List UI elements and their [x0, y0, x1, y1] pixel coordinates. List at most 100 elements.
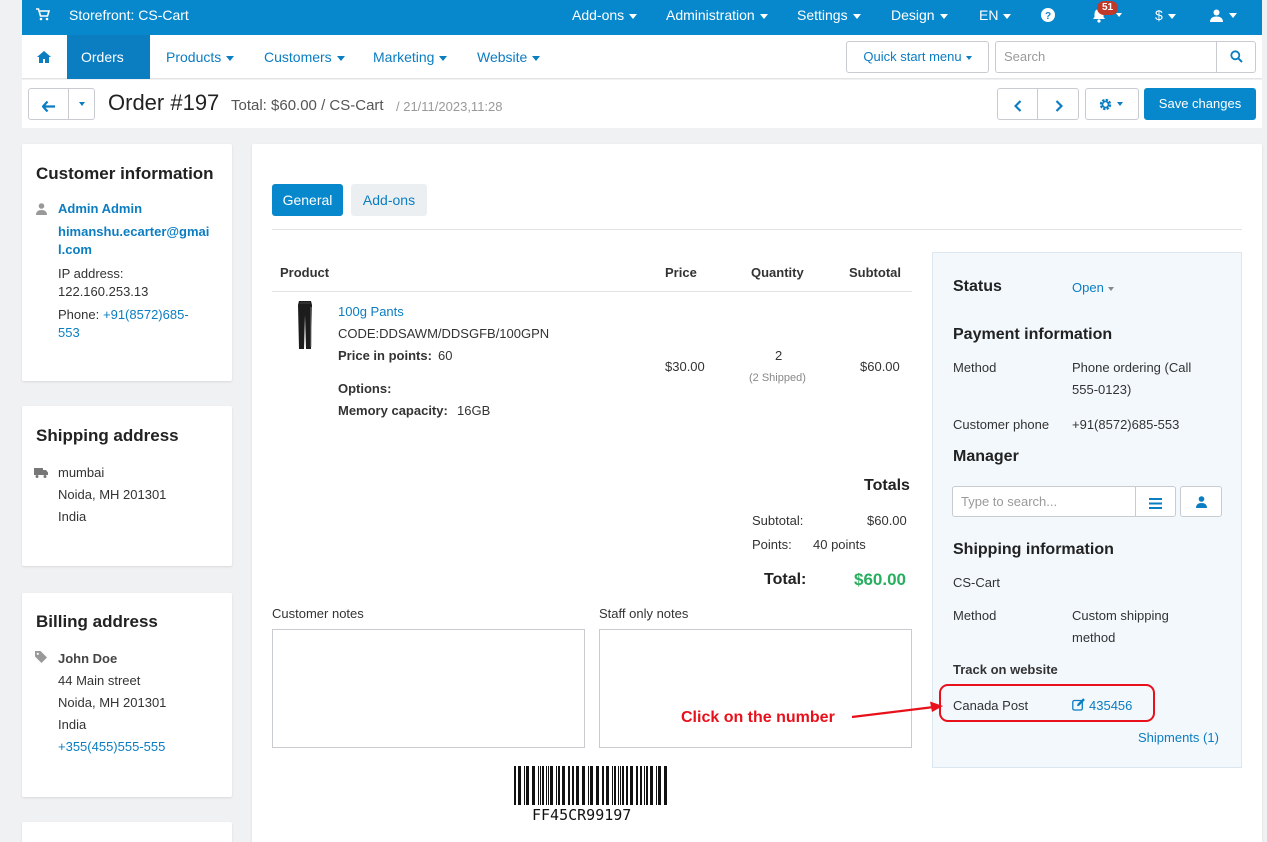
storefront-link[interactable]: Storefront: CS-Cart — [69, 0, 189, 35]
save-changes-button[interactable]: Save changes — [1144, 88, 1256, 120]
nav-website[interactable]: Website — [477, 35, 541, 79]
phone-label: Phone: — [58, 307, 100, 322]
menu-currency[interactable]: $ — [1155, 0, 1176, 35]
customer-info-heading: Customer information — [36, 164, 214, 183]
chevron-down-icon — [965, 55, 972, 60]
barcode-bar — [650, 766, 653, 805]
menu-administration[interactable]: Administration — [666, 0, 768, 35]
ip-value: 122.160.253.13 — [58, 284, 149, 299]
customer-email-link-cont[interactable]: l.com — [58, 242, 92, 257]
product-name-link[interactable]: 100g Pants — [338, 304, 404, 319]
billing-name: John Doe — [58, 651, 118, 666]
menu-language-label: EN — [979, 7, 999, 23]
barcode-bar — [582, 766, 585, 805]
barcode-bar — [526, 766, 529, 805]
menu-addons[interactable]: Add-ons — [572, 0, 638, 35]
help-icon[interactable]: ? — [1041, 8, 1055, 25]
barcode-bar — [590, 766, 593, 805]
payment-method-label: Method — [953, 360, 997, 375]
points-total-value: 40 points — [813, 537, 866, 552]
grand-total-value: $60.00 — [854, 570, 906, 589]
shipments-link[interactable]: Shipments (1) — [1138, 730, 1219, 745]
svg-text:?: ? — [1045, 11, 1051, 22]
barcode-bar — [618, 766, 619, 805]
customer-notes-field[interactable] — [272, 629, 585, 748]
menu-design[interactable]: Design — [891, 0, 948, 35]
shipping-address-line: India — [58, 509, 87, 524]
customer-email-link[interactable]: himanshu.ecarter@gmai — [58, 224, 209, 239]
truck-icon — [34, 466, 48, 481]
menu-design-label: Design — [891, 7, 935, 23]
home-icon[interactable] — [37, 51, 51, 66]
barcode-bar — [596, 766, 599, 805]
manager-search-input[interactable]: Type to search... — [952, 486, 1136, 517]
barcode — [514, 766, 667, 805]
barcode-bar — [622, 766, 624, 805]
back-button[interactable] — [28, 88, 69, 120]
user-icon[interactable] — [1210, 9, 1223, 25]
customer-phone-link[interactable]: +91(8572)685- — [103, 307, 189, 322]
menu-settings[interactable]: Settings — [797, 0, 861, 35]
barcode-bar — [644, 766, 645, 805]
status-dropdown[interactable]: Open — [1072, 280, 1114, 295]
customer-notes-label: Customer notes — [272, 606, 364, 621]
next-order-button[interactable] — [1037, 88, 1079, 120]
manager-assign-button[interactable] — [1180, 486, 1222, 517]
billing-address-line: Noida, MH 201301 — [58, 695, 167, 710]
shipping-info-heading: Shipping information — [953, 541, 1114, 558]
manager-list-button[interactable] — [1135, 486, 1176, 517]
search-button[interactable] — [1216, 41, 1256, 73]
cart-icon[interactable] — [36, 8, 51, 24]
search-input[interactable]: Search — [995, 41, 1217, 73]
barcode-bar — [658, 766, 661, 805]
subtotal-value: $60.00 — [867, 513, 907, 528]
shipping-address-line: Noida, MH 201301 — [58, 487, 167, 502]
billing-phone-link[interactable]: +355(455)555-555 — [58, 739, 165, 754]
chevron-down-icon — [439, 55, 448, 61]
barcode-bar — [546, 766, 547, 805]
barcode-bar — [656, 766, 657, 805]
staff-notes-field[interactable] — [599, 629, 912, 748]
barcode-bar — [562, 766, 565, 805]
barcode-bar — [576, 766, 579, 805]
menu-settings-label: Settings — [797, 7, 848, 23]
settings-dropdown-button[interactable] — [1085, 88, 1139, 120]
payment-heading: Payment information — [953, 326, 1113, 343]
product-thumbnail[interactable] — [296, 301, 314, 352]
customer-phone-link-cont[interactable]: 553 — [58, 325, 80, 340]
customer-phone-label: Customer phone — [953, 417, 1050, 432]
status-label: Status — [953, 278, 1002, 295]
tab-addons[interactable]: Add-ons — [351, 184, 427, 216]
prev-order-button[interactable] — [997, 88, 1038, 120]
barcode-bar — [550, 766, 553, 805]
subtotal-label: Subtotal: — [752, 513, 804, 528]
chevron-down-icon — [1167, 13, 1176, 19]
chevron-down-icon[interactable] — [1229, 13, 1237, 18]
annotation-text: Click on the number — [681, 709, 835, 726]
staff-notes-label: Staff only notes — [599, 606, 689, 621]
annotation-arrow — [851, 701, 943, 719]
chevron-down-icon[interactable] — [1116, 13, 1122, 17]
barcode-bar — [606, 766, 609, 805]
shipping-method-value-cont: method — [1072, 630, 1116, 645]
shipping-store: CS-Cart — [953, 575, 1000, 590]
shipping-method-label: Method — [953, 608, 997, 623]
chevron-down-icon — [1003, 13, 1012, 19]
nav-website-label: Website — [477, 49, 528, 65]
nav-orders[interactable]: Orders — [67, 35, 150, 105]
product-price: $30.00 — [665, 359, 705, 374]
customer-name-link[interactable]: Admin Admin — [58, 201, 142, 216]
nav-products[interactable]: Products — [166, 35, 235, 79]
menu-language[interactable]: EN — [979, 0, 1012, 35]
nav-marketing[interactable]: Marketing — [373, 35, 448, 79]
nav-customers[interactable]: Customers — [264, 35, 345, 79]
billing-address-heading: Billing address — [36, 612, 158, 631]
nav-customers-label: Customers — [264, 49, 332, 65]
shipped-note: (2 Shipped) — [749, 372, 806, 384]
track-label: Track on website — [953, 662, 1058, 677]
shipping-address-heading: Shipping address — [36, 426, 179, 445]
tab-general[interactable]: General — [272, 184, 343, 216]
barcode-bar — [514, 766, 516, 805]
quick-start-button[interactable]: Quick start menu — [846, 41, 989, 73]
back-dropdown-button[interactable] — [68, 88, 95, 120]
